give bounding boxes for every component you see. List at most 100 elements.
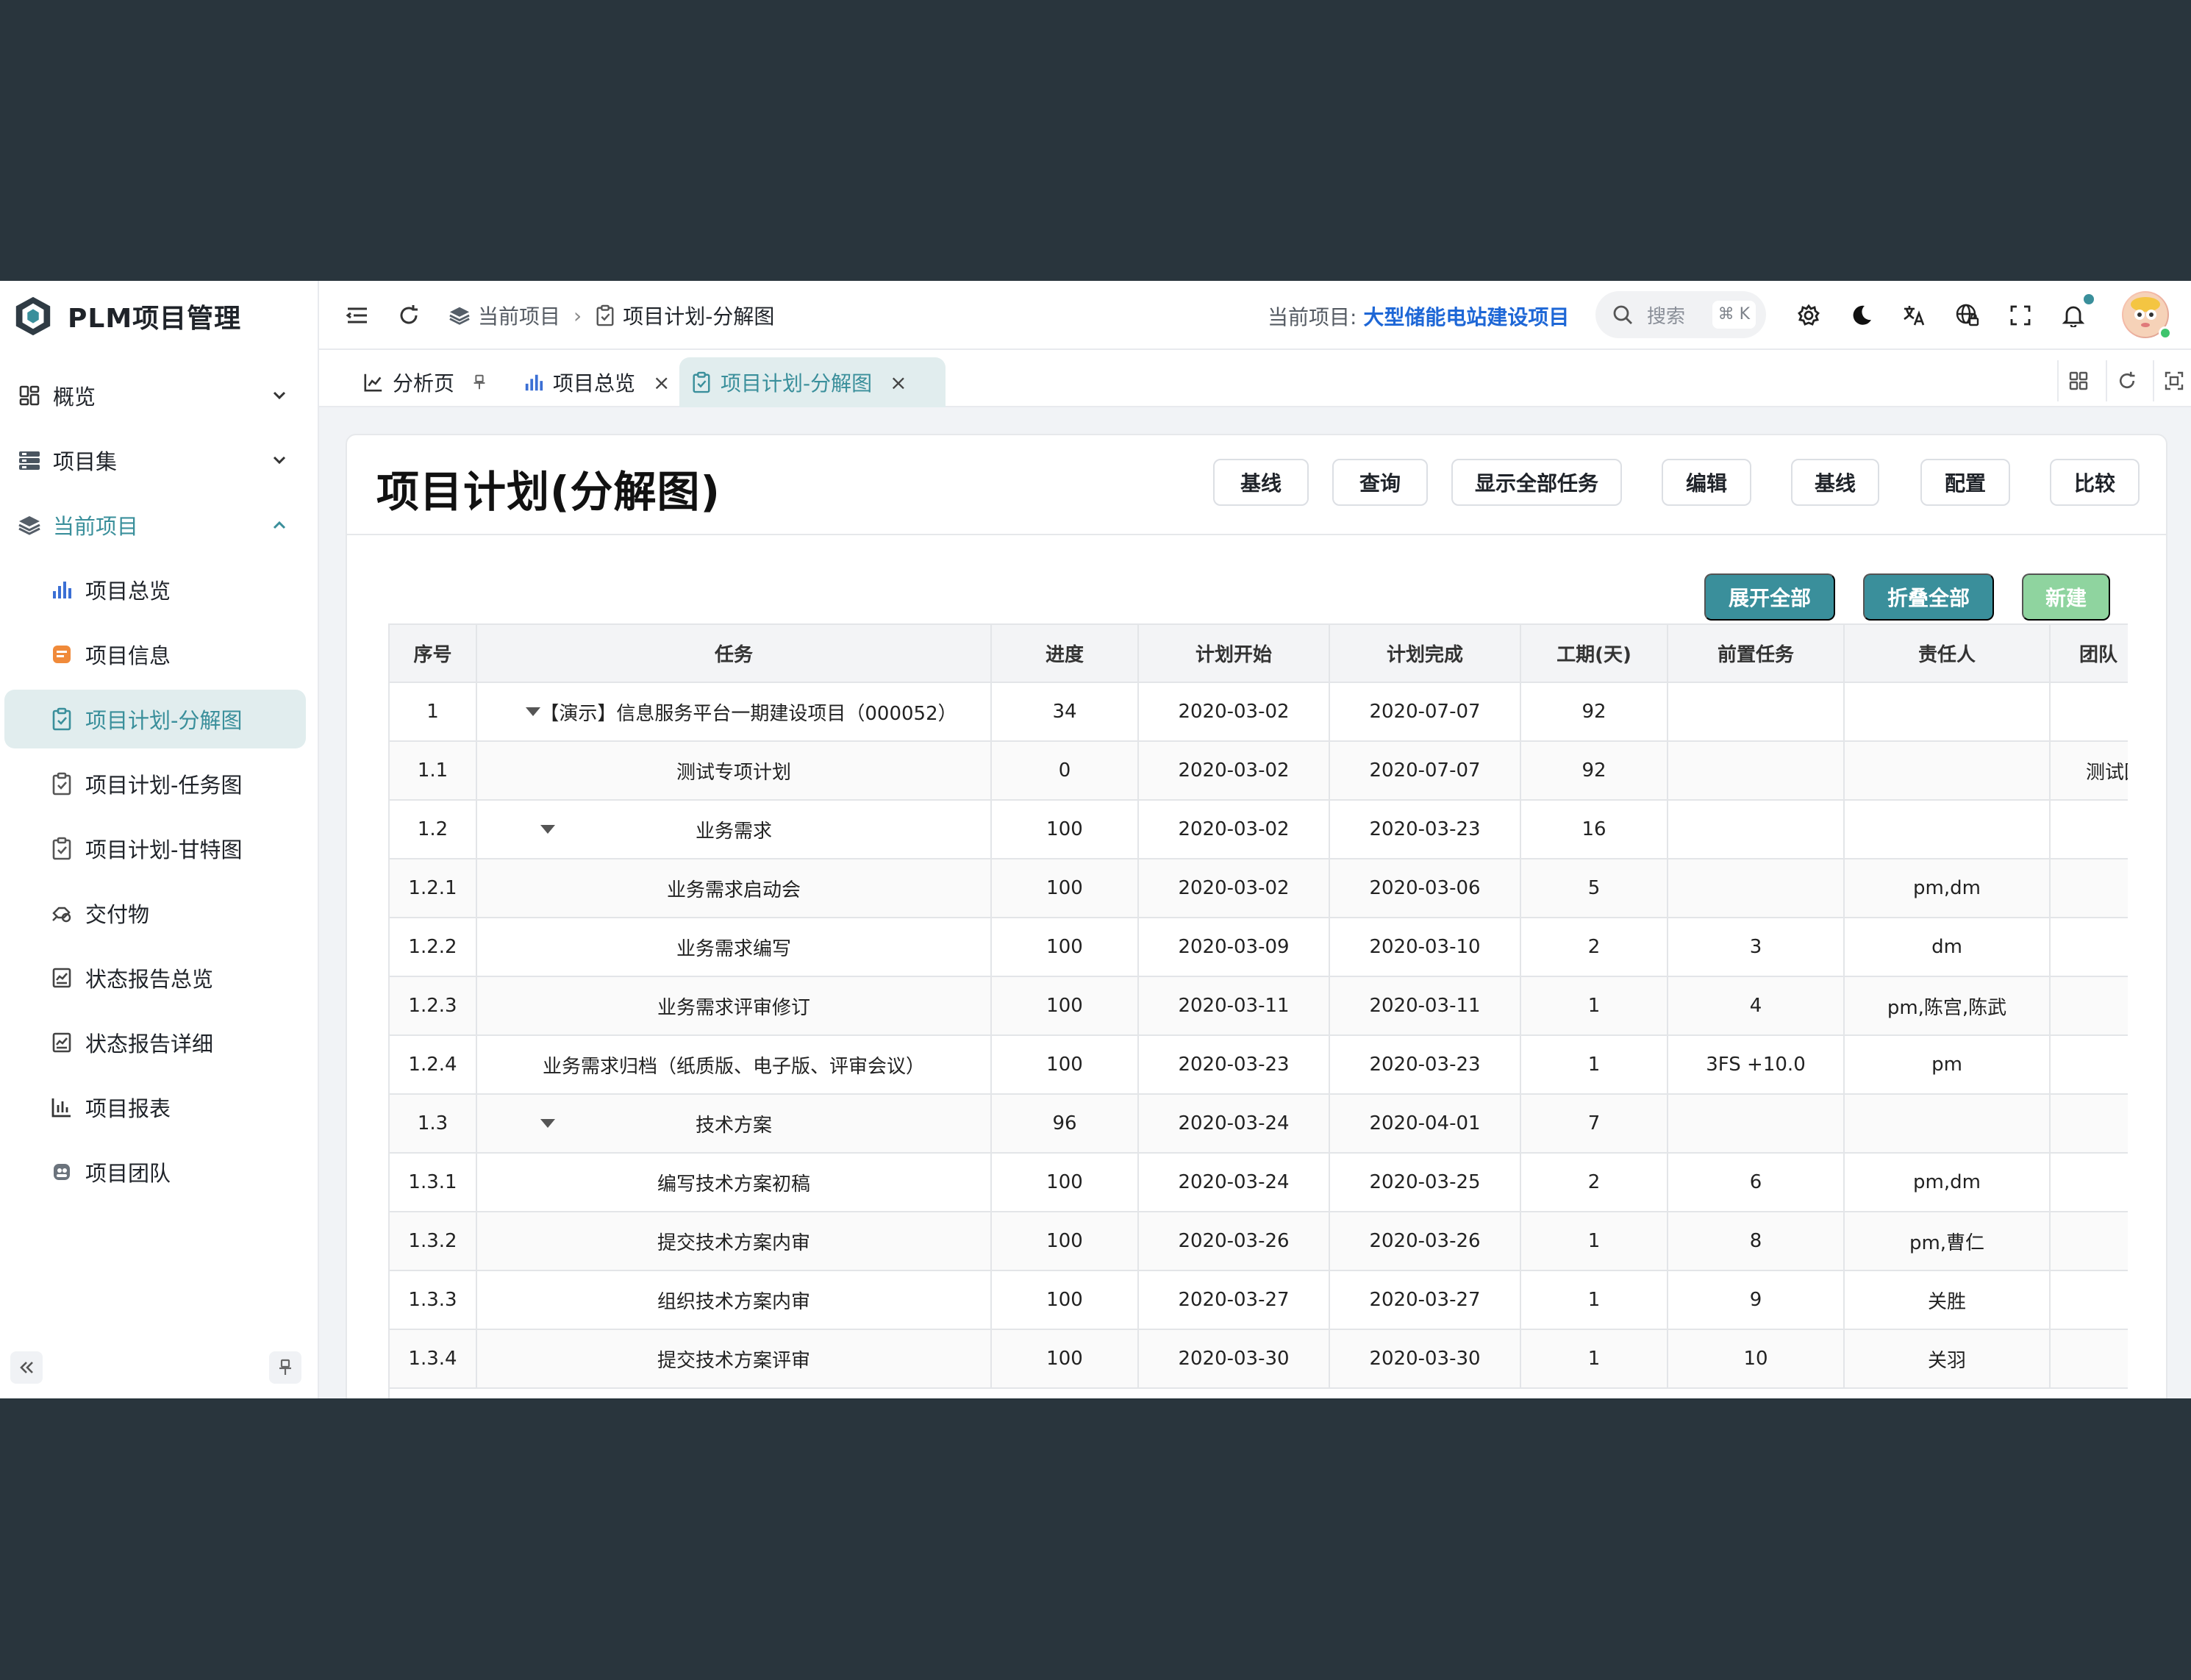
tab-plan-breakdown[interactable]: 项目计划-分解图 × <box>679 357 946 407</box>
sidebar-item-project-overview[interactable]: 项目总览 <box>4 560 306 619</box>
table-row[interactable]: 1.2 业务需求 100 2020-03-02 2020-03-23 16 <box>390 800 2128 859</box>
table-row[interactable]: 1.2.4 业务需求归档（纸质版、电子版、评审会议） 100 2020-03-23 20… <box>390 1035 2128 1095</box>
sidebar-item-project-info[interactable]: 项目信息 <box>4 625 306 684</box>
cell-task: 业务需求编写 <box>476 918 992 977</box>
sidebar-item-label: 项目团队 <box>85 1161 171 1186</box>
sidebar-item-plan-tasks[interactable]: 项目计划-任务图 <box>4 754 306 813</box>
baseline-button[interactable]: 基线 <box>1213 459 1309 506</box>
column-header[interactable]: 前置任务 <box>1668 625 1845 683</box>
menu-toggle-button[interactable] <box>343 301 372 330</box>
column-header[interactable]: 责任人 <box>1844 625 2051 683</box>
sidebar-item-project-team[interactable]: 项目团队 <box>4 1143 306 1201</box>
column-header[interactable]: 工期(天) <box>1520 625 1668 683</box>
tab-refresh-button[interactable] <box>2106 360 2147 401</box>
tab-grid-view-button[interactable] <box>2057 360 2098 401</box>
moon-icon <box>1853 305 1871 325</box>
tab-analysis[interactable]: 分析页 <box>351 357 500 407</box>
sidebar-footer <box>0 1347 318 1398</box>
expand-caret-icon[interactable] <box>526 707 540 716</box>
sidebar-item-current-project[interactable]: 当前项目 <box>4 496 306 554</box>
cell-seq: 1.1 <box>390 741 477 801</box>
task-name: 技术方案 <box>695 1114 772 1137</box>
current-project-indicator: 当前项目: 大型储能电站建设项目 <box>1268 301 1569 331</box>
page-title: 项目计划(分解图) <box>376 467 721 517</box>
edit-button[interactable]: 编辑 <box>1662 459 1751 506</box>
refresh-button[interactable] <box>394 301 423 330</box>
task-name: 组织技术方案内审 <box>657 1290 810 1313</box>
breadcrumb-item-plan-breakdown[interactable]: 项目计划-分解图 <box>595 301 774 330</box>
table-row[interactable]: 1.3 技术方案 96 2020-03-24 2020-04-01 7 <box>390 1094 2128 1154</box>
top-header: 当前项目 › 项目计划-分解图 当前项目: 大型储能电站建设项目 搜索 ⌘ K <box>319 281 2191 350</box>
close-icon[interactable]: × <box>653 371 670 395</box>
dashboard-icon <box>15 381 44 410</box>
expand-caret-icon[interactable] <box>540 1119 555 1128</box>
folders-icon <box>15 446 44 475</box>
collapse-all-button[interactable]: 折叠全部 <box>1863 573 1994 621</box>
language-button[interactable] <box>1953 301 1982 330</box>
baseline-button-2[interactable]: 基线 <box>1791 459 1879 506</box>
breadcrumb-item-current-project[interactable]: 当前项目 <box>448 301 560 330</box>
sidebar: PLM项目管理 概览 项目集 当前项目 项目总览 项目信息 项目计划-分解图 项… <box>0 281 319 1398</box>
column-header[interactable]: 团队 <box>2050 625 2128 683</box>
sidebar-item-plan-breakdown[interactable]: 项目计划-分解图 <box>4 690 306 748</box>
brand[interactable]: PLM项目管理 <box>12 293 241 340</box>
tab-project-overview[interactable]: 项目总览 × <box>512 357 682 407</box>
notification-badge <box>2084 294 2094 304</box>
column-header[interactable]: 计划开始 <box>1138 625 1330 683</box>
cell-duration: 92 <box>1520 682 1668 742</box>
table-row[interactable]: 1.2.1 业务需求启动会 100 2020-03-02 2020-03-06 5 pm,d… <box>390 859 2128 918</box>
sidebar-item-label: 项目计划-甘特图 <box>85 837 243 862</box>
current-project-label: 当前项目: <box>1268 305 1357 329</box>
table-row[interactable]: 1.3.1 编写技术方案初稿 100 2020-03-24 2020-03-25 2 6 pm… <box>390 1153 2128 1212</box>
translate-icon <box>1904 306 1925 326</box>
cell-progress: 100 <box>991 976 1139 1036</box>
dark-mode-button[interactable] <box>1847 301 1876 330</box>
collapse-sidebar-button[interactable] <box>10 1351 43 1384</box>
expand-caret-icon[interactable] <box>540 825 555 834</box>
cell-plan-start: 2020-03-11 <box>1138 976 1330 1036</box>
cell-duration: 1 <box>1520 1212 1668 1271</box>
config-button[interactable]: 配置 <box>1920 459 2010 506</box>
bar-chart-icon <box>47 1093 76 1122</box>
tab-maximize-button[interactable] <box>2153 360 2191 401</box>
cell-plan-end: 2020-07-07 <box>1329 682 1521 742</box>
table-row[interactable]: 1 【演示】信息服务平台一期建设项目（000052） 34 2020-03-02 202… <box>390 682 2128 742</box>
table-row[interactable]: 1.2.2 业务需求编写 100 2020-03-09 2020-03-10 2 3 dm <box>390 918 2128 977</box>
fullscreen-button[interactable] <box>2006 301 2035 330</box>
column-header[interactable]: 计划完成 <box>1329 625 1521 683</box>
pin-sidebar-button[interactable] <box>269 1351 301 1384</box>
task-table-container[interactable]: 序号 任务 进度 计划开始 计划完成 工期(天) 前置任务 责任人 团队 1 【演… <box>388 623 2128 1398</box>
table-row[interactable]: 1.2.3 业务需求评审修订 100 2020-03-11 2020-03-11 1 4 pm… <box>390 976 2128 1036</box>
show-all-tasks-button[interactable]: 显示全部任务 <box>1451 459 1622 506</box>
translate-button[interactable] <box>1900 301 1929 330</box>
sidebar-item-deliverables[interactable]: 交付物 <box>4 884 306 943</box>
sidebar-item-status-summary[interactable]: 状态报告总览 <box>4 948 306 1007</box>
user-avatar[interactable] <box>2122 291 2172 340</box>
column-header[interactable]: 进度 <box>991 625 1139 683</box>
table-row[interactable]: 1.3.2 提交技术方案内审 100 2020-03-26 2020-03-26 1 8 pm… <box>390 1212 2128 1271</box>
new-button[interactable]: 新建 <box>2022 573 2110 621</box>
column-header[interactable]: 任务 <box>476 625 992 683</box>
search-box[interactable]: 搜索 ⌘ K <box>1595 291 1766 338</box>
settings-button[interactable] <box>1794 301 1823 330</box>
pin-icon[interactable] <box>471 373 488 391</box>
sidebar-item-plan-gantt[interactable]: 项目计划-甘特图 <box>4 819 306 878</box>
sidebar-item-project-reports[interactable]: 项目报表 <box>4 1078 306 1137</box>
table-row[interactable]: 1.3.4 提交技术方案评审 100 2020-03-30 2020-03-30 1 10 关… <box>390 1329 2128 1389</box>
task-name: 业务需求评审修订 <box>657 996 810 1019</box>
expand-all-button[interactable]: 展开全部 <box>1704 573 1835 621</box>
query-button[interactable]: 查询 <box>1332 459 1428 506</box>
app-title: PLM项目管理 <box>68 304 242 334</box>
notifications-button[interactable] <box>2059 301 2088 330</box>
cell-plan-end: 2020-03-27 <box>1329 1270 1521 1330</box>
column-header[interactable]: 序号 <box>390 625 477 683</box>
cell-duration: 2 <box>1520 918 1668 977</box>
table-row[interactable]: 1.1 测试专项计划 02020-03-022020-07-0792 测试团 <box>390 741 2128 801</box>
table-row[interactable]: 1.3.3 组织技术方案内审 100 2020-03-27 2020-03-27 1 9 关胜 <box>390 1270 2128 1330</box>
current-project-name[interactable]: 大型储能电站建设项目 <box>1363 305 1569 329</box>
compare-button[interactable]: 比较 <box>2050 459 2140 506</box>
sidebar-item-program[interactable]: 项目集 <box>4 431 306 490</box>
sidebar-item-status-detail[interactable]: 状态报告详细 <box>4 1013 306 1072</box>
close-icon[interactable]: × <box>890 371 907 395</box>
sidebar-item-overview[interactable]: 概览 <box>4 366 306 425</box>
